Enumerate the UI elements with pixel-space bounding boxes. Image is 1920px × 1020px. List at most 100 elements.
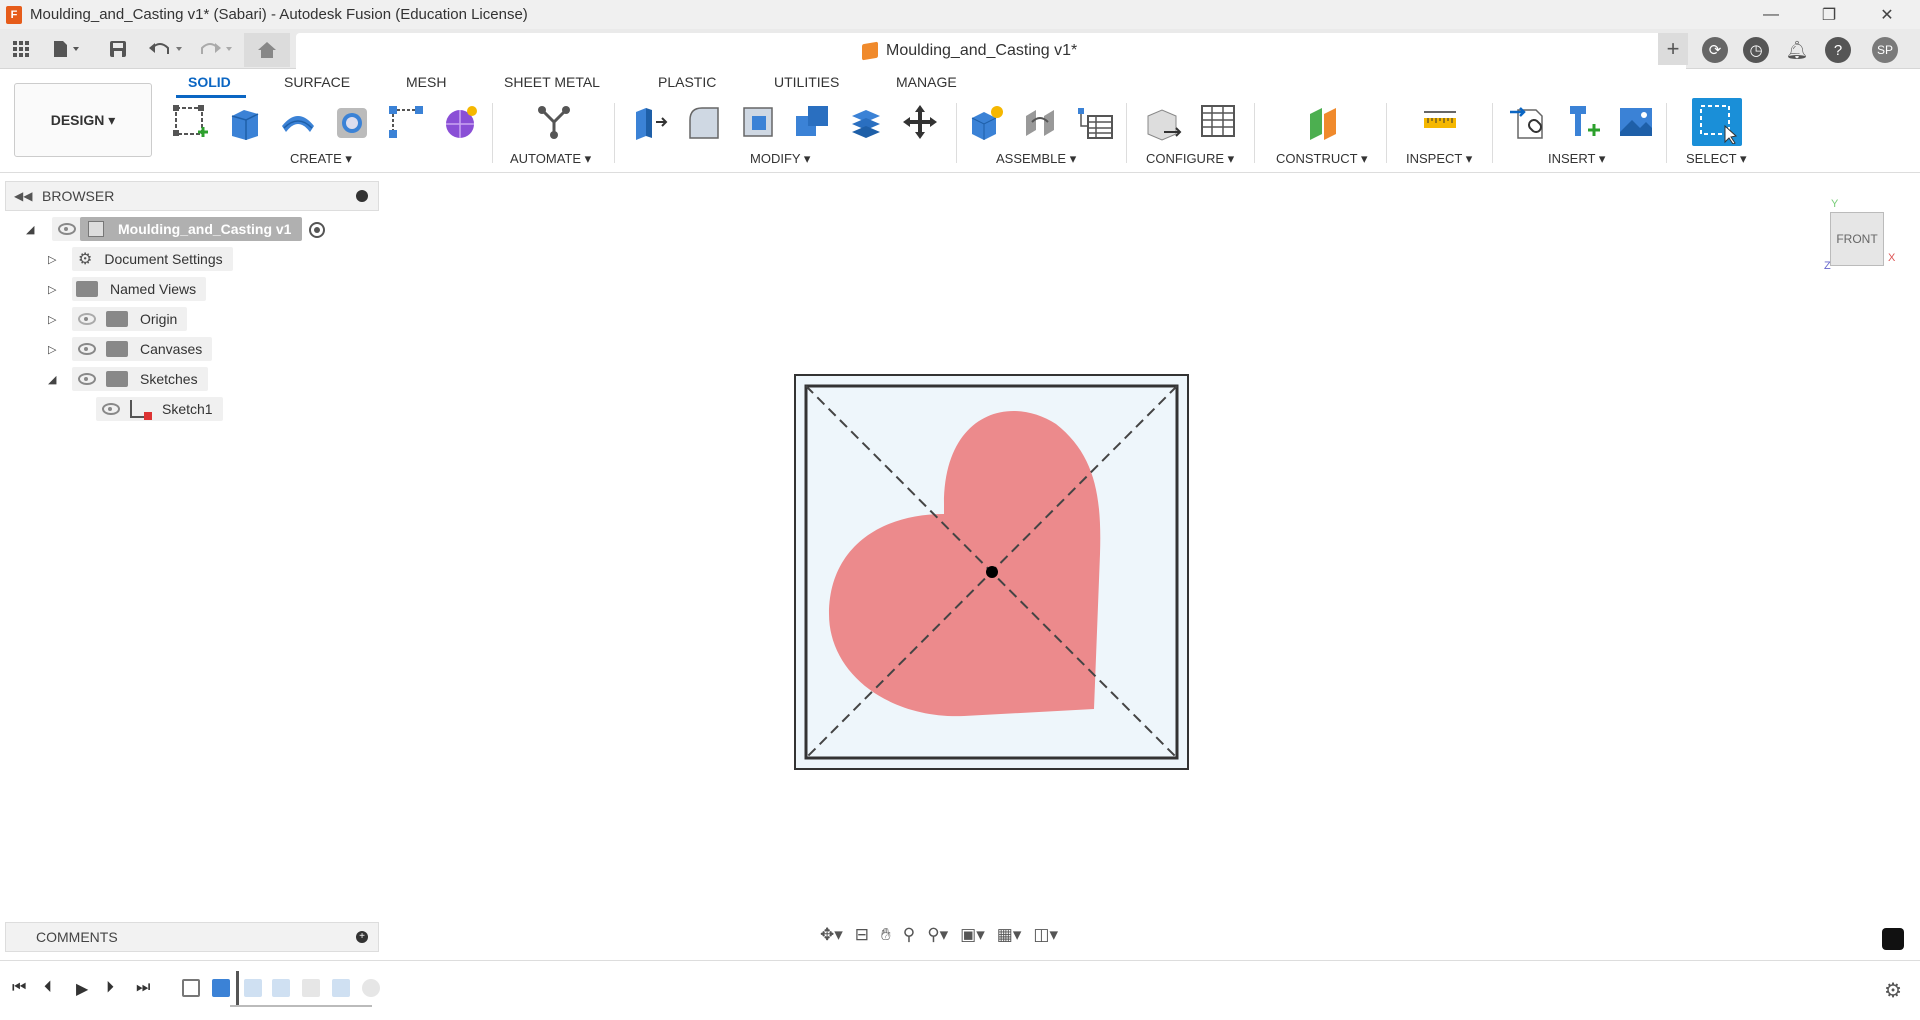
grid-settings-icon[interactable]: ▦▾ xyxy=(997,925,1022,945)
orbit-icon[interactable]: ✥▾ xyxy=(820,925,843,945)
feedback-icon[interactable] xyxy=(1882,928,1904,950)
comments-panel-header[interactable]: COMMENTS + xyxy=(5,922,379,952)
undo-icon[interactable] xyxy=(146,35,186,63)
timeline-canvas-icon[interactable] xyxy=(212,979,230,997)
pattern-icon[interactable] xyxy=(384,100,428,144)
eye-icon[interactable] xyxy=(102,403,120,415)
tree-item-sketch1[interactable]: Sketch1 xyxy=(96,397,223,421)
tab-mesh[interactable]: MESH xyxy=(406,74,446,90)
collapse-panel-icon[interactable]: ◀◀ xyxy=(14,189,34,203)
save-icon[interactable] xyxy=(106,35,130,63)
tree-item-document-settings[interactable]: ⚙ Document Settings xyxy=(72,247,233,271)
hidden-eye-icon[interactable] xyxy=(78,313,96,325)
timeline-feature-icon[interactable] xyxy=(272,979,290,997)
automate-group-label[interactable]: AUTOMATE ▾ xyxy=(510,151,591,167)
workspace-switcher-button[interactable]: DESIGN ▾ xyxy=(14,83,152,157)
collapse-root-icon[interactable]: ◢ xyxy=(26,223,34,236)
display-settings-icon[interactable]: ▣▾ xyxy=(960,925,985,945)
inspect-group-label[interactable]: INSPECT ▾ xyxy=(1406,151,1472,167)
help-icon[interactable]: ? xyxy=(1825,37,1851,63)
tab-manage[interactable]: MANAGE xyxy=(896,74,957,90)
revolve-icon[interactable] xyxy=(276,100,320,144)
timeline-feature-icon[interactable] xyxy=(332,979,350,997)
new-tab-icon[interactable]: + xyxy=(1658,33,1688,65)
create-form-icon[interactable] xyxy=(438,100,482,144)
collapse-sketches-icon[interactable]: ◢ xyxy=(48,373,56,386)
expand-document-settings-icon[interactable]: ▷ xyxy=(48,253,56,266)
extensions-icon[interactable]: ⟳ xyxy=(1702,37,1728,63)
bill-of-materials-icon[interactable] xyxy=(1072,100,1116,144)
construct-group-label[interactable]: CONSTRUCT ▾ xyxy=(1276,151,1368,167)
configure-icon[interactable] xyxy=(1140,100,1184,144)
fillet-icon[interactable] xyxy=(682,100,726,144)
select-group-label[interactable]: SELECT ▾ xyxy=(1686,151,1746,167)
file-menu-icon[interactable] xyxy=(50,35,84,63)
pan-hand-icon[interactable]: ✋︎ xyxy=(881,925,891,945)
tab-sheet-metal[interactable]: SHEET METAL xyxy=(504,74,600,90)
eye-icon[interactable] xyxy=(78,373,96,385)
move-copy-icon[interactable] xyxy=(898,100,942,144)
restore-button[interactable]: ❐ xyxy=(1800,0,1858,29)
minimize-panel-icon[interactable] xyxy=(356,190,368,202)
minimize-button[interactable]: — xyxy=(1742,0,1800,29)
timeline-feature-icon[interactable] xyxy=(244,979,262,997)
press-pull-icon[interactable] xyxy=(628,100,672,144)
modify-group-label[interactable]: MODIFY ▾ xyxy=(750,151,810,167)
step-forward-icon[interactable]: ⏵ xyxy=(106,979,114,997)
timeline-feature-icon[interactable] xyxy=(362,979,380,997)
look-at-icon[interactable]: ⊟ xyxy=(855,925,869,945)
create-group-label[interactable]: CREATE ▾ xyxy=(290,151,352,167)
step-back-icon[interactable]: ⏴ xyxy=(44,979,52,997)
play-icon[interactable]: ▶ xyxy=(76,979,88,999)
expand-named-views-icon[interactable]: ▷ xyxy=(48,283,56,296)
tab-utilities[interactable]: UTILITIES xyxy=(774,74,839,90)
view-cube[interactable]: FRONT xyxy=(1830,212,1884,266)
tree-item-origin[interactable]: Origin xyxy=(72,307,188,331)
new-component-icon[interactable] xyxy=(964,100,1008,144)
shell-icon[interactable] xyxy=(736,100,780,144)
insert-group-label[interactable]: INSERT ▾ xyxy=(1548,151,1605,167)
go-to-start-icon[interactable]: ⏮ xyxy=(12,979,26,997)
tab-surface[interactable]: SURFACE xyxy=(284,74,350,90)
select-icon[interactable] xyxy=(1692,98,1742,146)
tree-item-named-views[interactable]: Named Views xyxy=(72,277,207,301)
eye-icon[interactable] xyxy=(78,343,96,355)
assemble-group-label[interactable]: ASSEMBLE ▾ xyxy=(996,151,1076,167)
user-avatar[interactable]: SP xyxy=(1872,37,1898,63)
apps-grid-icon[interactable] xyxy=(10,35,32,63)
go-to-end-icon[interactable]: ⏭ xyxy=(136,979,150,997)
expand-origin-icon[interactable]: ▷ xyxy=(48,313,56,326)
viewports-icon[interactable]: ◫▾ xyxy=(1033,925,1058,945)
zoom-icon[interactable]: ⚲ xyxy=(903,925,915,945)
tab-solid[interactable]: SOLID xyxy=(188,74,231,90)
home-icon[interactable] xyxy=(244,33,290,67)
job-status-icon[interactable]: ◷ xyxy=(1743,37,1769,63)
automate-icon[interactable] xyxy=(532,100,576,144)
tree-item-root-component[interactable]: Moulding_and_Casting v1 xyxy=(80,217,302,241)
combine-icon[interactable] xyxy=(790,100,834,144)
fit-zoom-icon[interactable]: ⚲▾ xyxy=(927,925,948,945)
timeline-feature-icon[interactable] xyxy=(302,979,320,997)
redo-icon[interactable] xyxy=(196,35,236,63)
root-visibility-toggle[interactable] xyxy=(52,217,82,241)
timeline-sketch-icon[interactable] xyxy=(182,979,200,997)
configuration-table-icon[interactable] xyxy=(1196,100,1240,144)
close-window-button[interactable]: ✕ xyxy=(1858,0,1916,29)
measure-icon[interactable] xyxy=(1418,100,1462,144)
insert-mcmaster-icon[interactable] xyxy=(1560,100,1604,144)
insert-derive-icon[interactable] xyxy=(1506,100,1550,144)
sketch-canvas[interactable] xyxy=(794,374,1190,772)
notifications-bell-icon[interactable]: 🔔︎ xyxy=(1784,37,1810,63)
offset-plane-icon[interactable] xyxy=(1302,100,1346,144)
extrude-icon[interactable] xyxy=(222,100,266,144)
add-comment-icon[interactable]: + xyxy=(356,931,368,943)
tab-plastic[interactable]: PLASTIC xyxy=(658,74,716,90)
configure-group-label[interactable]: CONFIGURE ▾ xyxy=(1146,151,1234,167)
insert-canvas-icon[interactable] xyxy=(1614,100,1658,144)
offset-face-icon[interactable] xyxy=(844,100,888,144)
create-sketch-icon[interactable] xyxy=(168,100,212,144)
activate-radio-icon[interactable] xyxy=(309,222,325,238)
expand-canvases-icon[interactable]: ▷ xyxy=(48,343,56,356)
joint-icon[interactable] xyxy=(1018,100,1062,144)
document-tab[interactable]: Moulding_and_Casting v1* ✕ xyxy=(296,33,1686,69)
